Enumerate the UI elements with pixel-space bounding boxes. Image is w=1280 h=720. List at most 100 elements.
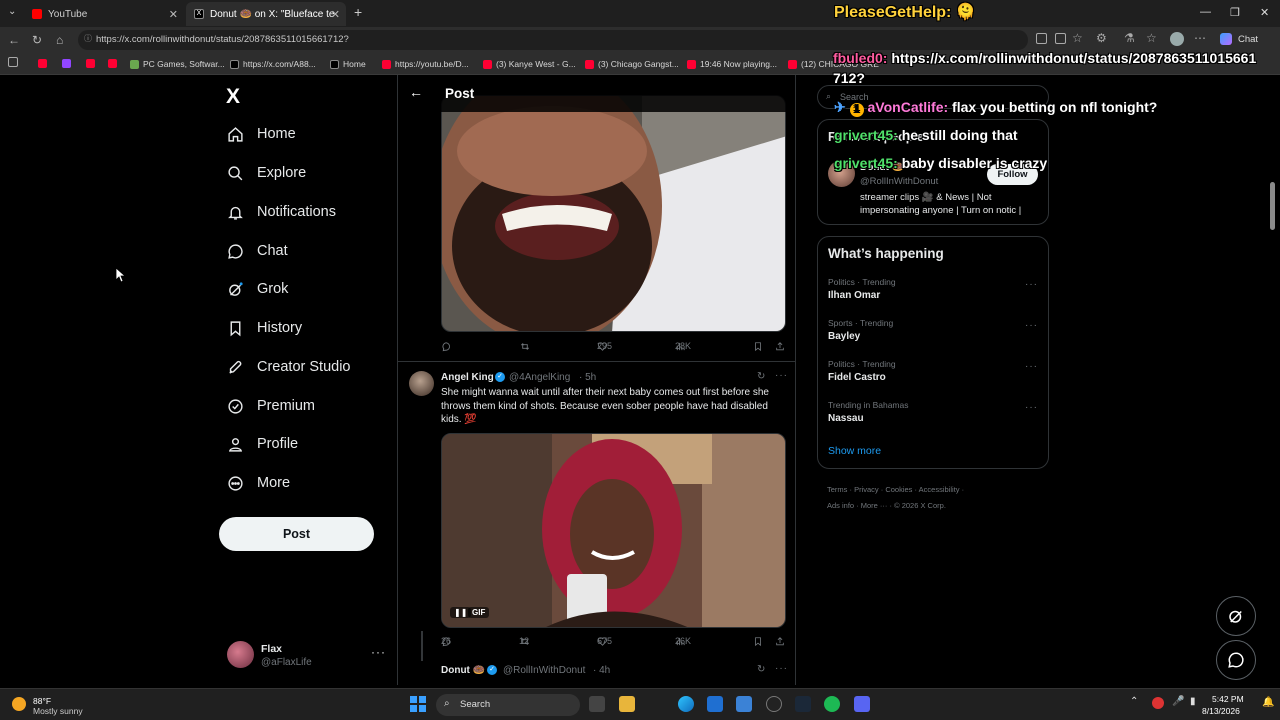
obs-icon[interactable] [766, 696, 782, 712]
bookmark-item[interactable]: PC Games, Softwar... [130, 57, 225, 71]
notification-bell-icon[interactable]: 🔔 [1262, 697, 1274, 708]
reply-button[interactable] [441, 341, 456, 352]
more-options-icon[interactable]: ··· [775, 370, 788, 381]
nav-more[interactable]: More [226, 469, 290, 497]
next-reply-author-handle[interactable]: @RollInWithDonut [503, 665, 585, 676]
trend-more-icon[interactable]: ··· [1025, 320, 1038, 331]
relevant-person-handle[interactable]: @RollInWithDonut [860, 176, 938, 187]
spotify-icon[interactable] [824, 696, 840, 712]
trend-item[interactable]: Politics · Trending Ilhan Omar ··· [828, 277, 1040, 307]
collections-icon[interactable]: ☆ [1146, 31, 1157, 45]
more-options-icon[interactable]: ··· [775, 663, 788, 674]
store-icon[interactable] [707, 696, 723, 712]
close-window-icon[interactable]: ✕ [1260, 6, 1269, 19]
nav-profile[interactable]: Profile [226, 430, 298, 458]
next-reply-timestamp[interactable]: · 4h [593, 665, 610, 676]
copilot-icon[interactable] [1220, 33, 1232, 45]
repost-button[interactable] [519, 341, 535, 352]
views-button[interactable]: 26K [675, 636, 691, 647]
reader-icon[interactable] [1055, 33, 1066, 44]
twitch-bookmark-icon[interactable] [62, 59, 71, 68]
reply-author-name[interactable]: Angel King [441, 372, 494, 383]
more-menu-icon[interactable]: ⋯ [1194, 31, 1206, 45]
profile-avatar-icon[interactable] [1170, 32, 1184, 46]
nav-premium[interactable]: Premium [226, 392, 315, 420]
favorite-star-icon[interactable]: ☆ [1072, 31, 1083, 45]
tray-chevron-icon[interactable]: ⌃ [1130, 696, 1138, 707]
chat-label[interactable]: Chat [1238, 34, 1258, 45]
youtube-bookmark-icon[interactable] [86, 59, 95, 68]
share-button[interactable] [775, 636, 789, 647]
trend-more-icon[interactable]: ··· [1025, 361, 1038, 372]
account-switcher[interactable]: Flax @aFlaxLife ··· [227, 640, 387, 670]
nav-grok[interactable]: Grok [226, 275, 288, 303]
x-logo[interactable]: X [226, 85, 240, 109]
bookmark-button[interactable] [753, 636, 767, 647]
trend-item[interactable]: Sports · Trending Bayley ··· [828, 318, 1040, 348]
show-more-link[interactable]: Show more [828, 445, 881, 457]
bookmark-item[interactable]: https://x.com/A88... [230, 57, 316, 71]
reply-button[interactable]: 26 [441, 636, 456, 647]
nav-creator-studio[interactable]: Creator Studio [226, 353, 351, 381]
scrollbar-thumb[interactable] [1270, 182, 1275, 230]
reply-gif-media[interactable]: ❚❚ GIF [441, 433, 786, 628]
trend-more-icon[interactable]: ··· [1025, 279, 1038, 290]
edge-browser-icon[interactable] [678, 696, 694, 712]
messages-fab-button[interactable] [1216, 640, 1256, 680]
like-button[interactable]: 675 [597, 636, 612, 647]
restore-icon[interactable]: ❐ [1230, 6, 1240, 19]
bookmarks-menu-icon[interactable] [8, 57, 18, 67]
youtube-bookmark-icon[interactable] [38, 59, 47, 68]
nav-explore[interactable]: Explore [226, 159, 306, 187]
post-button[interactable]: Post [219, 517, 374, 551]
grok-analyze-icon[interactable]: ↻ [757, 371, 765, 382]
site-info-icon[interactable]: ⓘ [84, 33, 92, 44]
grok-fab-button[interactable] [1216, 596, 1256, 636]
share-button[interactable] [775, 341, 789, 352]
steam-icon[interactable] [795, 696, 811, 712]
nav-notifications[interactable]: Notifications [226, 198, 336, 226]
views-button[interactable]: 28K [675, 341, 691, 352]
bookmark-item[interactable]: Home [330, 57, 366, 71]
bookmark-item[interactable]: 19:46 Now playing... [687, 57, 777, 71]
file-explorer-icon[interactable] [619, 696, 635, 712]
repost-button[interactable]: 12 [519, 636, 535, 647]
bookmark-button[interactable] [753, 341, 767, 352]
trend-more-icon[interactable]: ··· [1025, 402, 1038, 413]
taskbar-search[interactable]: ⌕ Search [436, 694, 580, 716]
new-tab-button[interactable]: + [354, 4, 362, 20]
bookmark-item[interactable]: (3) Kanye West - G... [483, 57, 576, 71]
trend-item[interactable]: Politics · Trending Fidel Castro ··· [828, 359, 1040, 389]
bookmark-item[interactable]: (3) Chicago Gangst... [585, 57, 679, 71]
minimize-icon[interactable]: — [1200, 6, 1211, 18]
grok-analyze-icon[interactable]: ↻ [757, 664, 765, 675]
network-icon[interactable]: ▮ [1190, 696, 1196, 707]
task-view-icon[interactable] [589, 696, 605, 712]
url-field[interactable]: ⓘ https://x.com/rollinwithdonut/status/2… [78, 30, 1028, 50]
tweet-video-media[interactable] [441, 95, 786, 332]
microphone-icon[interactable]: 🎤 [1172, 696, 1184, 707]
tray-app-icon[interactable] [1152, 697, 1164, 709]
tab-youtube[interactable]: YouTube ✕ [24, 2, 184, 26]
app-grid-icon[interactable] [1036, 33, 1047, 44]
nav-home[interactable]: Home [226, 120, 296, 148]
trend-item[interactable]: Trending in Bahamas Nassau ··· [828, 400, 1040, 430]
next-reply-author-name[interactable]: Donut 🍩 [441, 665, 485, 676]
nav-chat[interactable]: Chat [226, 237, 288, 265]
avatar[interactable] [409, 371, 434, 396]
bookmark-item[interactable]: https://youtu.be/D... [382, 57, 469, 71]
tab-x-post[interactable]: X Donut 🍩 on X: "Blueface tells Ne ✕ [186, 2, 346, 26]
snipping-tool-icon[interactable] [736, 696, 752, 712]
back-arrow-icon[interactable]: ← [8, 33, 20, 47]
discord-icon[interactable] [854, 696, 870, 712]
account-menu-icon[interactable]: ··· [371, 645, 386, 659]
extensions-icon[interactable]: ⚙ [1096, 31, 1107, 45]
like-button[interactable]: 295 [597, 341, 612, 352]
refresh-icon[interactable]: ↻ [32, 33, 42, 47]
reply-timestamp[interactable]: · 5h [579, 372, 596, 383]
tab-list-chevron-icon[interactable]: ⌄ [8, 6, 16, 17]
footer-line[interactable]: Terms · Privacy · Cookies · Accessibilit… [827, 482, 1047, 498]
split-screen-icon[interactable]: ⚗ [1124, 31, 1135, 45]
home-browser-icon[interactable]: ⌂ [56, 33, 63, 47]
reply-author-handle[interactable]: @4AngelKing [509, 372, 570, 383]
